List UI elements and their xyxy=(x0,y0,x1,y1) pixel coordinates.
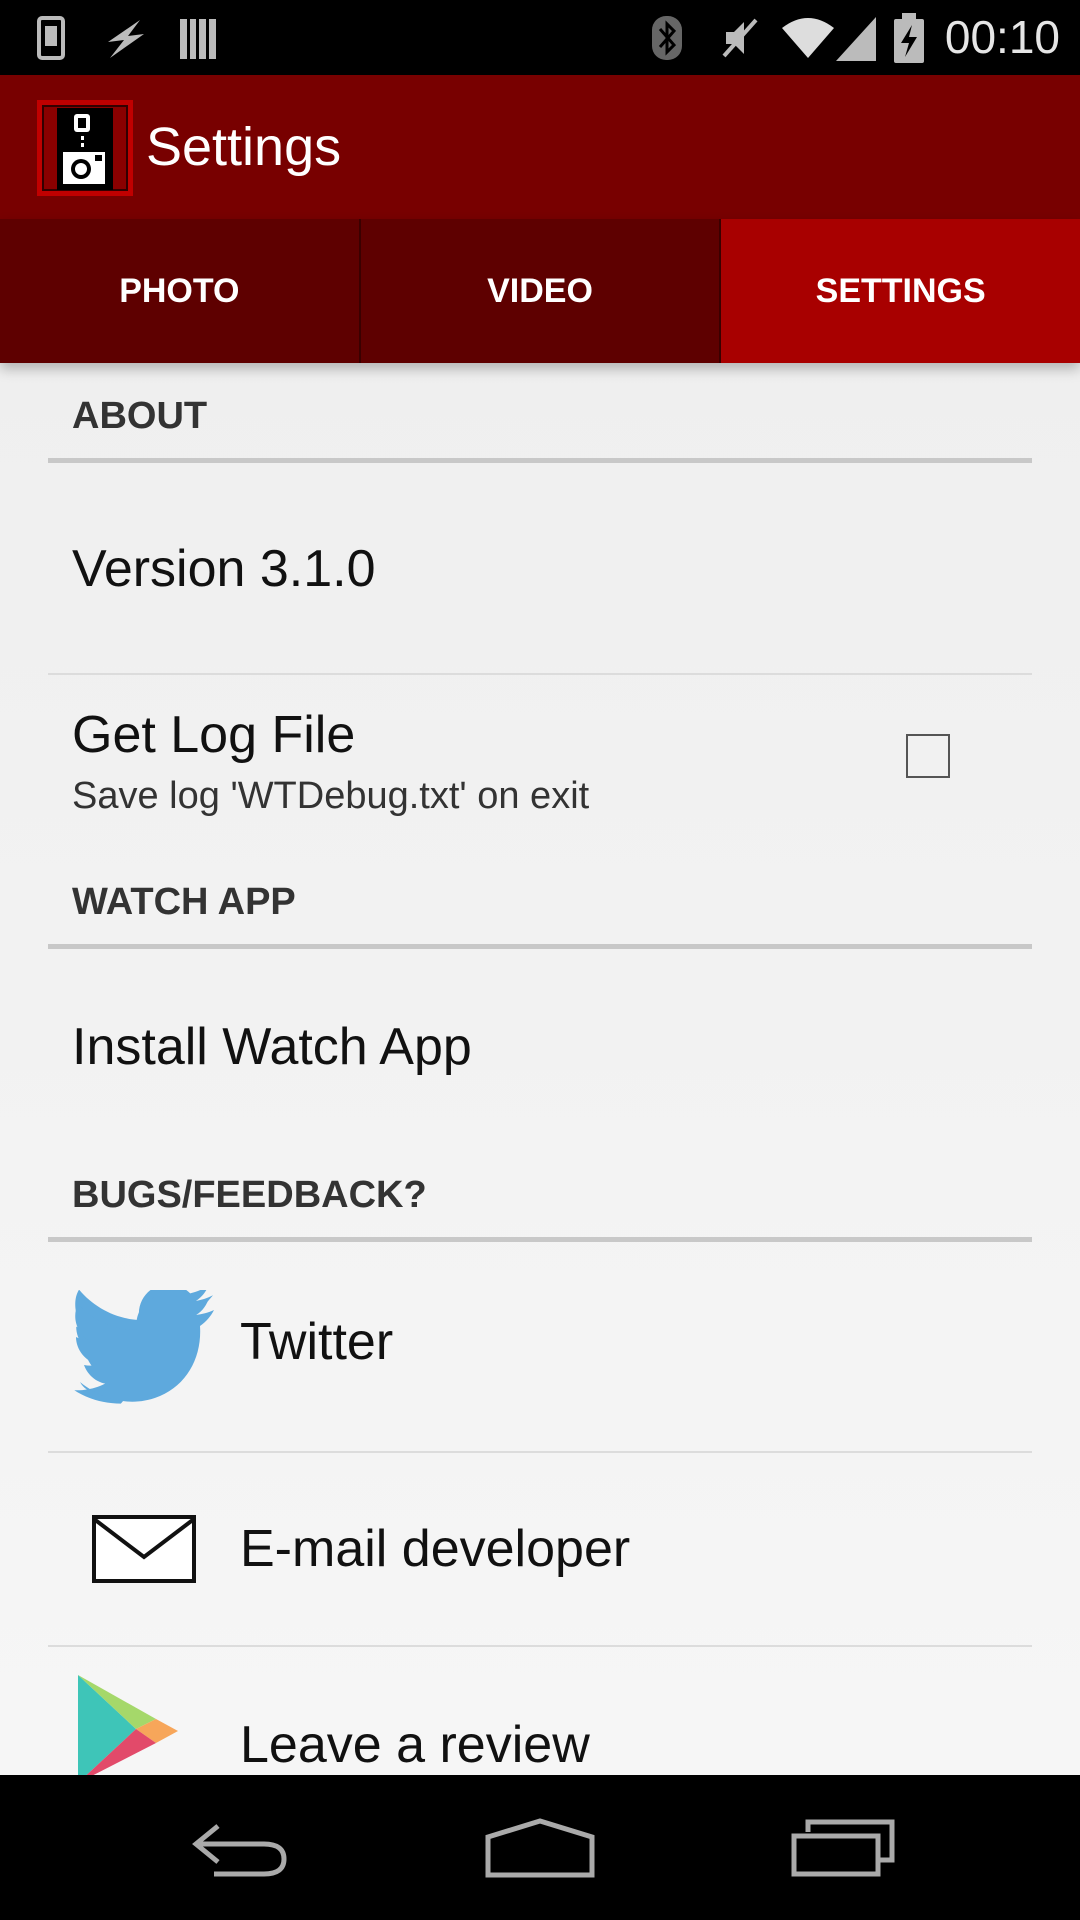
home-icon[interactable] xyxy=(484,1775,596,1920)
leave-review-label: Leave a review xyxy=(240,1716,590,1774)
log-file-title: Get Log File xyxy=(72,706,356,764)
tab-bar: PHOTO VIDEO SETTINGS xyxy=(0,219,1080,363)
wifi-icon xyxy=(780,0,836,75)
navigation-bar xyxy=(0,1775,1080,1920)
twitter-icon xyxy=(72,1283,215,1415)
twitter-label: Twitter xyxy=(240,1313,394,1371)
install-watch-app-row[interactable]: Install Watch App xyxy=(48,949,1032,1149)
play-store-icon xyxy=(76,1673,180,1775)
flash-icon xyxy=(100,0,148,75)
section-header-label: BUGS/FEEDBACK? xyxy=(72,1174,427,1216)
tab-photo[interactable]: PHOTO xyxy=(0,219,361,363)
log-file-subtitle: Save log 'WTDebug.txt' on exit xyxy=(72,775,590,817)
barcode-icon xyxy=(178,0,218,75)
battery-icon xyxy=(892,0,926,75)
phone-icon xyxy=(36,0,66,75)
version-row[interactable]: Version 3.1.0 xyxy=(48,463,1032,675)
log-file-row[interactable]: Get Log File Save log 'WTDebug.txt' on e… xyxy=(48,675,1032,835)
email-developer-row[interactable]: E-mail developer xyxy=(48,1453,1032,1647)
mute-icon xyxy=(718,0,762,75)
twitter-row[interactable]: Twitter xyxy=(48,1242,1032,1453)
section-header-watch: WATCH APP xyxy=(48,868,1032,949)
email-developer-label: E-mail developer xyxy=(240,1520,631,1578)
app-logo-icon xyxy=(37,100,133,196)
tab-settings[interactable]: SETTINGS xyxy=(721,219,1080,363)
signal-icon xyxy=(834,0,878,75)
install-watch-app-label: Install Watch App xyxy=(72,1018,472,1076)
envelope-icon xyxy=(92,1515,196,1590)
tab-video[interactable]: VIDEO xyxy=(360,219,722,363)
log-file-checkbox[interactable] xyxy=(906,734,950,778)
bluetooth-icon xyxy=(650,0,684,75)
section-header-about: ABOUT xyxy=(48,382,1032,463)
section-header-feedback: BUGS/FEEDBACK? xyxy=(48,1161,1032,1242)
page-title: Settings xyxy=(146,117,342,177)
section-header-label: ABOUT xyxy=(72,395,208,437)
settings-list[interactable]: ABOUT Version 3.1.0 Get Log File Save lo… xyxy=(0,363,1080,1775)
section-header-label: WATCH APP xyxy=(72,881,296,923)
version-label: Version 3.1.0 xyxy=(72,540,376,598)
leave-review-row[interactable]: Leave a review xyxy=(48,1647,1032,1775)
action-bar: Settings xyxy=(0,75,1080,219)
recents-icon[interactable] xyxy=(790,1775,896,1920)
status-time: 00:10 xyxy=(944,11,1060,63)
back-icon[interactable] xyxy=(188,1775,292,1920)
status-bar: 00:10 xyxy=(0,0,1080,75)
